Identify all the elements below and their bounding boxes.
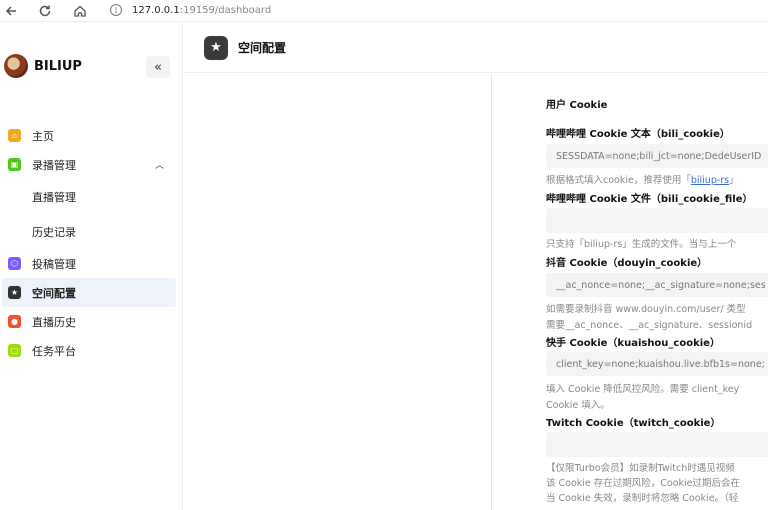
brand-logo-icon bbox=[4, 54, 28, 78]
section-title: 用户 Cookie bbox=[546, 100, 608, 111]
url-host: 127.0.0.1 bbox=[132, 4, 180, 16]
chevron-up-icon[interactable]: ︿ bbox=[155, 158, 164, 171]
sidebar-item-home[interactable]: ⌂ 主页 bbox=[0, 121, 183, 150]
help-text: 」 bbox=[729, 175, 739, 186]
sidebar-item-upload[interactable]: ⬡ 投稿管理 bbox=[0, 249, 183, 278]
twitch-cookie-label: Twitch Cookie（twitch_cookie） bbox=[546, 418, 721, 429]
douyin-cookie-label: 抖音 Cookie（douyin_cookie） bbox=[546, 258, 708, 269]
back-arrow-icon[interactable] bbox=[0, 0, 22, 22]
twitch-cookie-help-2: 该 Cookie 存在过期风险，Cookie过期后会在 bbox=[546, 478, 741, 489]
info-icon[interactable]: i bbox=[110, 4, 122, 16]
upload-icon: ⬡ bbox=[8, 257, 21, 270]
kuaishou-cookie-input[interactable]: client_key=none;kuaishou.live.bfb1s=none… bbox=[546, 352, 768, 376]
bili-cookie-input[interactable]: SESSDATA=none;bili_jct=none;DedeUserID bbox=[546, 144, 768, 168]
twitch-cookie-help-1: 【仅限Turbo会员】如录制Twitch时遇见视频 bbox=[546, 463, 735, 474]
douyin-cookie-help-2: 需要__ac_nonce、__ac_signature、sessionid bbox=[546, 320, 753, 331]
sidebar-item-history[interactable]: 历史记录 bbox=[0, 214, 183, 249]
sidebar-item-live-history[interactable]: ● 直播历史 bbox=[0, 307, 183, 336]
record-icon: ▣ bbox=[8, 158, 21, 171]
star-icon: ★ bbox=[204, 35, 228, 60]
sidebar-item-label: 历史记录 bbox=[32, 225, 76, 239]
sidebar-item-task-platform[interactable]: ▢ 任务平台 bbox=[0, 336, 183, 365]
help-text: 根据格式填入cookie，推荐使用「 bbox=[546, 175, 691, 186]
star-icon: ★ bbox=[8, 286, 21, 299]
content-left-pane bbox=[184, 74, 492, 510]
sidebar-menu: ⌂ 主页 ▣ 录播管理 ︿ 直播管理 历史记录 ⬡ 投稿管理 ★ 空间配置 ● … bbox=[0, 121, 183, 365]
brand[interactable]: BILIUP bbox=[4, 54, 82, 78]
kuaishou-cookie-help-2: Cookie 填入。 bbox=[546, 400, 610, 411]
page-header: ★ 空间配置 bbox=[184, 23, 768, 73]
biliup-rs-link[interactable]: biliup-rs bbox=[691, 175, 729, 186]
sidebar-item-space-config[interactable]: ★ 空间配置 bbox=[2, 278, 176, 307]
bili-cookie-help: 根据格式填入cookie，推荐使用「biliup-rs」 bbox=[546, 174, 768, 187]
brand-name: BILIUP bbox=[34, 58, 82, 74]
cookie-form: 用户 Cookie 哔哩哔哩 Cookie 文本（bili_cookie） SE… bbox=[493, 74, 768, 510]
twitch-cookie-help-3: 当 Cookie 失效，录制时将忽略 Cookie。（轻 bbox=[546, 493, 739, 504]
task-icon: ▢ bbox=[8, 344, 21, 357]
sidebar-item-live-manage[interactable]: 直播管理 bbox=[0, 179, 183, 214]
bili-cookie-label: 哔哩哔哩 Cookie 文本（bili_cookie） bbox=[546, 129, 730, 140]
collapse-sidebar-button[interactable]: « bbox=[146, 56, 170, 78]
browser-toolbar: i 127.0.0.1:19159/dashboard bbox=[0, 0, 768, 22]
douyin-cookie-help-1: 如需要录制抖音 www.douyin.com/user/ 类型 bbox=[546, 304, 746, 315]
kuaishou-cookie-label: 快手 Cookie（kuaishou_cookie） bbox=[546, 338, 720, 349]
address-bar[interactable]: i 127.0.0.1:19159/dashboard bbox=[110, 1, 271, 19]
sidebar-item-label: 直播历史 bbox=[32, 315, 76, 329]
sidebar-item-label: 空间配置 bbox=[32, 286, 76, 300]
douyin-cookie-input[interactable]: __ac_nonce=none;__ac_signature=none;ses bbox=[546, 273, 768, 297]
sidebar: BILIUP « ⌂ 主页 ▣ 录播管理 ︿ 直播管理 历史记录 ⬡ 投稿管理 … bbox=[0, 23, 183, 510]
bili-cookie-file-help: 只支持「biliup-rs」生成的文件。当与上一个 bbox=[546, 239, 737, 250]
home-browser-icon[interactable] bbox=[69, 0, 91, 22]
home-icon: ⌂ bbox=[8, 129, 21, 142]
sidebar-item-label: 任务平台 bbox=[32, 344, 76, 358]
twitch-cookie-input[interactable] bbox=[546, 432, 768, 457]
page-title: 空间配置 bbox=[238, 41, 287, 55]
sidebar-item-recording[interactable]: ▣ 录播管理 ︿ bbox=[0, 150, 183, 179]
sidebar-item-label: 直播管理 bbox=[32, 190, 76, 204]
bili-cookie-file-input[interactable] bbox=[546, 208, 768, 233]
kuaishou-cookie-help-1: 填入 Cookie 降低风控风险。需要 client_key bbox=[546, 384, 740, 395]
reload-icon[interactable] bbox=[34, 0, 56, 22]
live-history-icon: ● bbox=[8, 315, 21, 328]
bili-cookie-file-label: 哔哩哔哩 Cookie 文件（bili_cookie_file） bbox=[546, 194, 753, 205]
sidebar-item-label: 录播管理 bbox=[32, 158, 76, 172]
sidebar-item-label: 投稿管理 bbox=[32, 257, 76, 271]
sidebar-item-label: 主页 bbox=[32, 129, 54, 143]
url-path: :19159/dashboard bbox=[179, 4, 272, 16]
